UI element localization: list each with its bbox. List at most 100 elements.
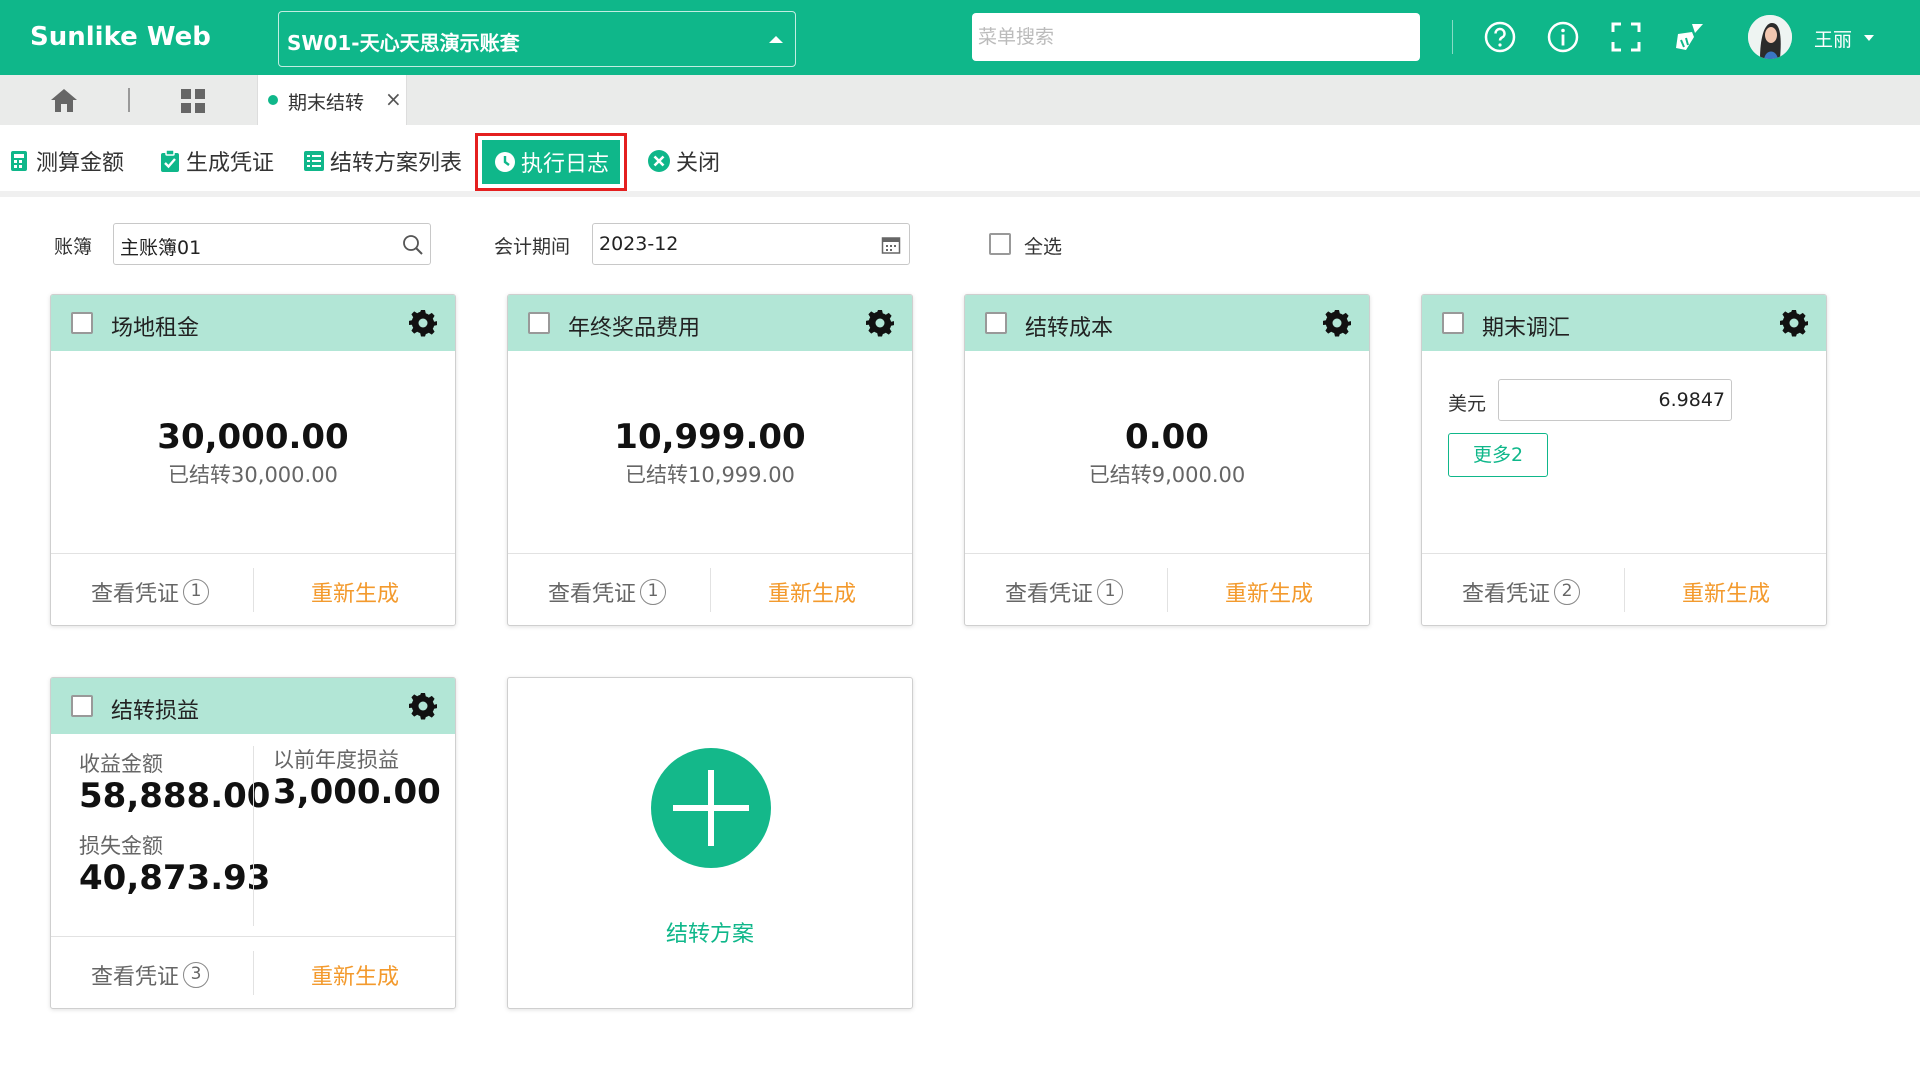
calendar-icon[interactable] [881, 235, 901, 255]
list-icon [304, 151, 324, 171]
menu-search-input[interactable] [972, 13, 1420, 61]
view-voucher-link[interactable]: 查看凭证 3 [91, 959, 210, 991]
gear-icon[interactable] [866, 309, 894, 337]
prior-year-label: 以前年度损益 [273, 748, 399, 772]
card-checkbox[interactable] [71, 312, 93, 334]
plus-icon [673, 770, 749, 846]
clean-broom-icon[interactable] [1672, 20, 1706, 54]
income-amount-value: 58,888.00 [79, 776, 271, 816]
select-all-label[interactable]: 全选 [1024, 232, 1062, 259]
more-currencies-button[interactable]: 更多2 [1448, 433, 1548, 477]
caret-up-icon [769, 36, 783, 43]
regenerate-link[interactable]: 重新生成 [1225, 576, 1313, 608]
home-icon[interactable] [50, 87, 78, 113]
voucher-count-badge: 1 [640, 579, 667, 605]
transfer-card-rent: 场地租金 30,000.00 已结转30,000.00 查看凭证 1 重新生成 [50, 294, 456, 626]
card-amount: 30,000.00 [157, 417, 349, 457]
user-name[interactable]: 王丽 [1814, 25, 1852, 52]
execution-log-button[interactable]: 执行日志 [475, 133, 627, 191]
exchange-rate-input[interactable]: 6.9847 [1498, 379, 1732, 421]
regenerate-link[interactable]: 重新生成 [768, 576, 856, 608]
calc-amount-label: 测算金额 [36, 151, 125, 176]
help-circle-icon[interactable] [1483, 20, 1517, 54]
footer-divider [1167, 568, 1168, 612]
generate-voucher-label: 生成凭证 [186, 151, 275, 176]
card-footer: 查看凭证 1 重新生成 [51, 553, 455, 625]
select-all-checkbox[interactable] [989, 233, 1011, 255]
view-voucher-link[interactable]: 查看凭证 2 [1462, 576, 1581, 608]
fullscreen-icon[interactable] [1609, 20, 1643, 54]
caret-down-icon[interactable] [1864, 35, 1874, 41]
prior-year-value: 3,000.00 [273, 772, 441, 812]
execution-log-label: 执行日志 [520, 152, 609, 177]
view-voucher-link[interactable]: 查看凭证 1 [91, 576, 210, 608]
card-checkbox[interactable] [528, 312, 550, 334]
close-button[interactable]: 关闭 [646, 145, 720, 177]
search-icon[interactable] [402, 234, 424, 256]
exchange-rate-value: 6.9847 [1658, 389, 1725, 411]
add-plan-button[interactable] [651, 748, 771, 868]
loss-amount-value: 40,873.93 [79, 858, 271, 898]
card-checkbox[interactable] [1442, 312, 1464, 334]
ledger-value: 主账簿01 [120, 237, 202, 259]
tab-period-end-transfer[interactable]: 期末结转 × [257, 75, 407, 125]
calc-amount-button[interactable]: 测算金额 [8, 145, 124, 177]
regenerate-link[interactable]: 重新生成 [1682, 576, 1770, 608]
account-select-value: SW01-天心天思演示账套 [287, 31, 520, 55]
card-title: 结转成本 [1025, 316, 1114, 341]
brand-logo: Sunlike Web [30, 22, 211, 52]
card-header: 结转成本 [965, 295, 1369, 351]
grid-apps-icon[interactable] [180, 88, 206, 114]
currency-label: 美元 [1448, 393, 1487, 415]
card-transferred: 已结转9,000.00 [1088, 463, 1246, 487]
gear-icon[interactable] [409, 692, 437, 720]
transfer-card-bonus: 年终奖品费用 10,999.00 已结转10,999.00 查看凭证 1 重新生… [507, 294, 913, 626]
add-plan-label[interactable]: 结转方案 [508, 916, 912, 948]
card-checkbox[interactable] [985, 312, 1007, 334]
gear-icon[interactable] [1780, 309, 1808, 337]
view-voucher-label: 查看凭证 [548, 582, 637, 607]
footer-divider [710, 568, 711, 612]
footer-divider [253, 568, 254, 612]
top-header: Sunlike Web SW01-天心天思演示账套 王丽 [0, 0, 1920, 75]
regenerate-link[interactable]: 重新生成 [311, 576, 399, 608]
card-title: 场地租金 [111, 316, 200, 341]
card-footer: 查看凭证 2 重新生成 [1422, 553, 1826, 625]
tab-divider [128, 88, 130, 112]
header-divider [1452, 20, 1453, 54]
gear-icon[interactable] [409, 309, 437, 337]
period-label: 会计期间 [494, 236, 571, 258]
card-title: 年终奖品费用 [568, 316, 701, 341]
account-select[interactable]: SW01-天心天思演示账套 [278, 11, 796, 67]
ledger-label: 账簿 [54, 236, 93, 258]
ledger-field[interactable]: 主账簿01 [113, 223, 431, 265]
avatar[interactable] [1748, 15, 1792, 59]
card-title: 结转损益 [111, 699, 200, 724]
add-transfer-plan-card[interactable]: 结转方案 [507, 677, 913, 1009]
card-amount: 0.00 [1125, 417, 1209, 457]
active-dot-icon [268, 95, 278, 105]
card-footer: 查看凭证 3 重新生成 [51, 936, 455, 1008]
period-value: 2023-12 [599, 233, 679, 255]
view-voucher-label: 查看凭证 [91, 582, 180, 607]
gear-icon[interactable] [1323, 309, 1351, 337]
income-amount-label: 收益金额 [79, 752, 163, 776]
tab-label: 期末结转 [288, 92, 365, 114]
card-footer: 查看凭证 1 重新生成 [965, 553, 1369, 625]
view-voucher-label: 查看凭证 [1462, 582, 1551, 607]
generate-voucher-button[interactable]: 生成凭证 [158, 145, 274, 177]
close-icon[interactable]: × [385, 87, 402, 111]
regenerate-link[interactable]: 重新生成 [311, 959, 399, 991]
info-circle-icon[interactable] [1546, 20, 1580, 54]
view-voucher-link[interactable]: 查看凭证 1 [548, 576, 667, 608]
plan-list-label: 结转方案列表 [330, 151, 463, 176]
plan-list-button[interactable]: 结转方案列表 [302, 145, 462, 177]
card-checkbox[interactable] [71, 695, 93, 717]
tab-bar: 期末结转 × [0, 75, 1920, 125]
execution-log-button-inner[interactable]: 执行日志 [482, 140, 620, 184]
voucher-count-badge: 1 [183, 579, 210, 605]
voucher-count-badge: 3 [183, 962, 210, 988]
card-header: 场地租金 [51, 295, 455, 351]
view-voucher-link[interactable]: 查看凭证 1 [1005, 576, 1124, 608]
period-field[interactable]: 2023-12 [592, 223, 910, 265]
